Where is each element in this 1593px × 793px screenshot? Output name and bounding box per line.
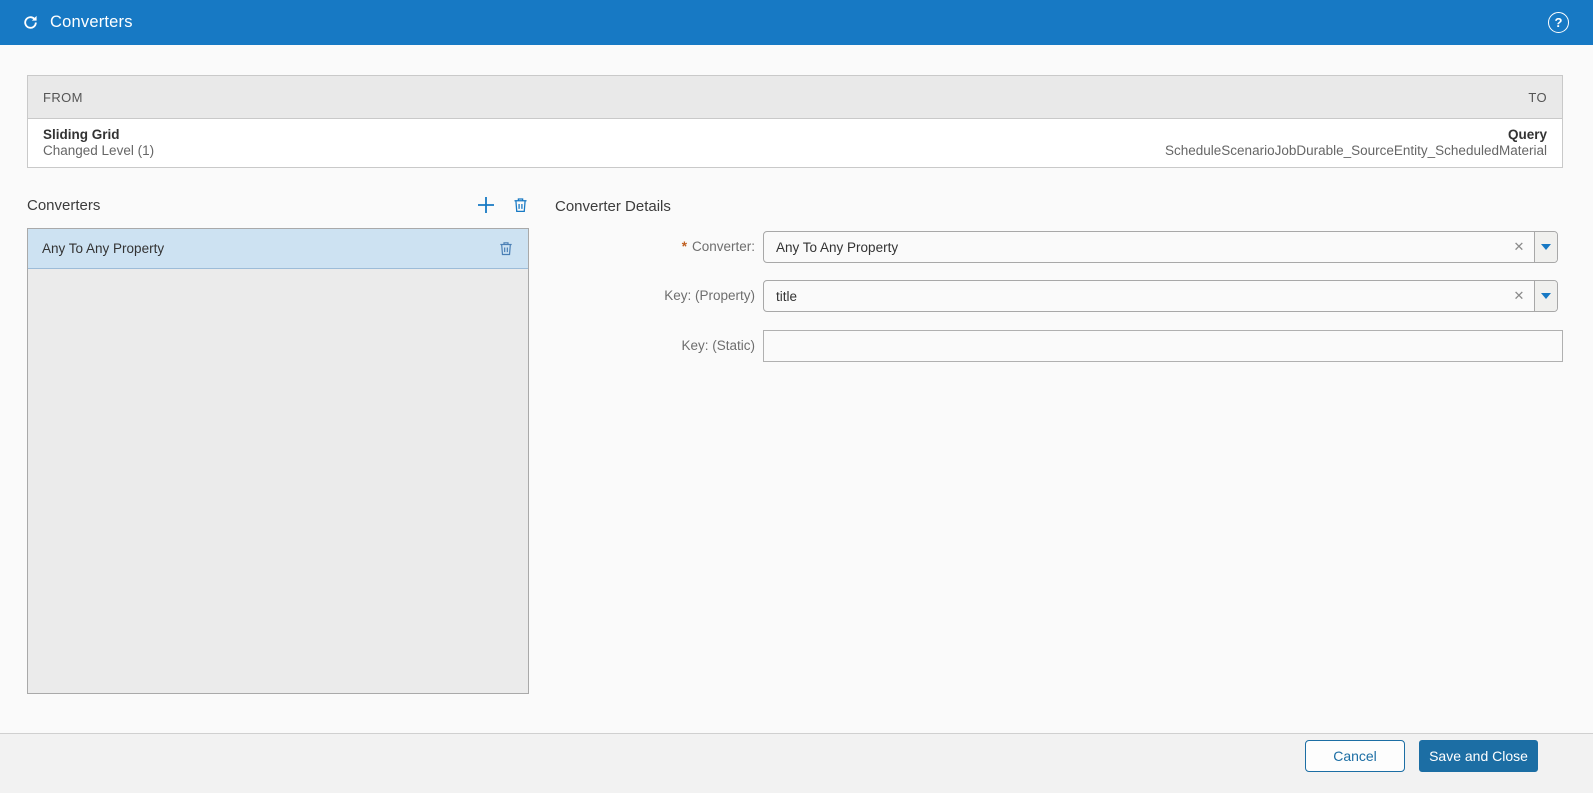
delete-all-converters-button[interactable]: [512, 196, 529, 214]
required-marker: *: [681, 239, 687, 254]
trash-icon: [514, 198, 527, 213]
converter-input[interactable]: [764, 232, 1504, 262]
trash-icon: [500, 242, 512, 256]
help-glyph: ?: [1554, 15, 1563, 30]
from-primary-text: Sliding Grid: [43, 127, 120, 142]
to-cell: Query ScheduleScenarioJobDurable_SourceE…: [1165, 127, 1547, 159]
details-panel-title: Converter Details: [555, 198, 671, 215]
converter-field-row: * Converter: ✕: [555, 231, 1565, 263]
converter-dropdown-button[interactable]: [1534, 232, 1557, 262]
add-converter-button[interactable]: [476, 195, 496, 215]
list-item[interactable]: Any To Any Property: [28, 229, 528, 269]
chevron-down-icon: [1541, 293, 1551, 299]
key-static-field-label: Key: (Static): [555, 330, 755, 362]
cancel-button[interactable]: Cancel: [1305, 740, 1405, 772]
key-property-label-text: Key: (Property): [664, 288, 755, 303]
to-column-header: TO: [1528, 89, 1547, 105]
converter-field-label: * Converter:: [555, 231, 755, 263]
page-title: Converters: [50, 13, 133, 31]
titlebar: Converters ?: [0, 0, 1593, 45]
key-static-input[interactable]: [763, 330, 1563, 362]
help-icon[interactable]: ?: [1548, 12, 1569, 33]
converters-list: Any To Any Property: [27, 228, 529, 694]
key-property-input[interactable]: [764, 281, 1504, 311]
table-row: Sliding Grid Changed Level (1) Query Sch…: [28, 119, 1562, 167]
to-primary-text: Query: [1507, 127, 1547, 142]
clear-icon[interactable]: ✕: [1504, 232, 1534, 262]
mapping-table: FROM TO Sliding Grid Changed Level (1) Q…: [27, 75, 1563, 168]
delete-converter-button[interactable]: [498, 240, 514, 257]
converter-label-text: Converter:: [691, 239, 755, 254]
converters-dialog: Converters ? FROM TO Sliding Grid Change…: [0, 0, 1593, 793]
converters-list-header: Converters: [27, 194, 529, 216]
plus-icon: [478, 197, 494, 213]
converter-combobox: ✕: [763, 231, 1558, 263]
from-cell: Sliding Grid Changed Level (1): [43, 127, 154, 159]
clear-icon[interactable]: ✕: [1504, 281, 1534, 311]
from-secondary-text: Changed Level (1): [43, 143, 155, 158]
footer-bar: Cancel Save and Close: [0, 733, 1593, 793]
from-column-header: FROM: [43, 89, 83, 105]
key-property-field-label: Key: (Property): [555, 280, 755, 312]
list-item-label: Any To Any Property: [42, 241, 165, 256]
key-static-field-row: Key: (Static): [555, 330, 1565, 362]
chevron-down-icon: [1541, 244, 1551, 250]
key-property-dropdown-button[interactable]: [1534, 281, 1557, 311]
key-property-combobox: ✕: [763, 280, 1558, 312]
mapping-table-header: FROM TO: [28, 76, 1562, 119]
sync-icon: [24, 15, 37, 29]
key-static-label-text: Key: (Static): [681, 338, 755, 353]
key-property-field-row: Key: (Property) ✕: [555, 280, 1565, 312]
save-and-close-button[interactable]: Save and Close: [1419, 740, 1538, 772]
converters-panel-title: Converters: [27, 196, 101, 214]
to-secondary-text: ScheduleScenarioJobDurable_SourceEntity_…: [1165, 143, 1547, 158]
